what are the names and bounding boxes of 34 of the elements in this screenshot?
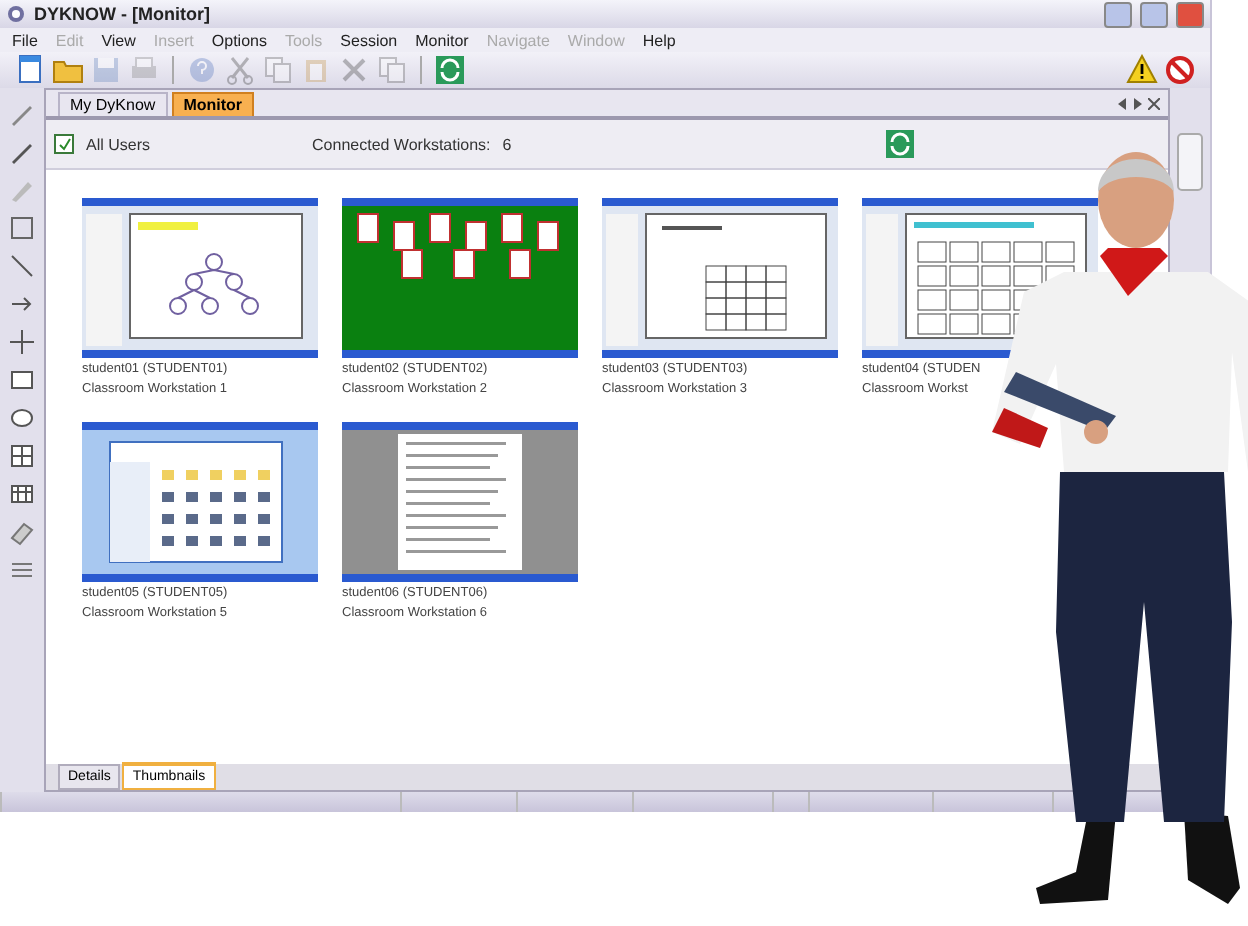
restore-button[interactable]	[1140, 1, 1168, 27]
tab[interactable]: Monitor	[171, 92, 255, 116]
menu-item[interactable]: Session	[340, 31, 398, 49]
ellipse-icon[interactable]	[8, 404, 36, 432]
refresh-icon[interactable]	[884, 128, 916, 160]
menu-item[interactable]: Help	[642, 31, 676, 49]
document-icon[interactable]	[14, 54, 46, 86]
refresh-icon[interactable]	[434, 54, 466, 86]
menu-item[interactable]: Monitor	[415, 31, 469, 49]
table-icon[interactable]	[8, 480, 36, 508]
line-icon[interactable]	[8, 252, 36, 280]
menu-item[interactable]: View	[101, 31, 136, 49]
close-icon[interactable]	[1148, 97, 1160, 109]
checkbox-label: All Users	[86, 135, 151, 153]
menu-item[interactable]: File	[12, 31, 38, 49]
pen-icon[interactable]	[8, 138, 36, 166]
warning-icon[interactable]	[1126, 54, 1158, 86]
text-icon[interactable]	[8, 214, 36, 242]
menu-item[interactable]: Options	[211, 31, 267, 49]
tab-scroll-icon[interactable]	[1118, 97, 1142, 109]
rectangle-icon[interactable]	[8, 366, 36, 394]
tab[interactable]: My DyKnow	[58, 92, 168, 116]
cross-icon[interactable]	[8, 328, 36, 356]
connected-count: 6	[502, 135, 512, 153]
minimize-button[interactable]	[1104, 1, 1132, 27]
connected-label: Connected Workstations:	[312, 135, 491, 153]
grid-icon[interactable]	[8, 442, 36, 470]
checkbox[interactable]	[54, 134, 74, 154]
prohibited-icon[interactable]	[1164, 54, 1196, 86]
pen-icon[interactable]	[8, 100, 36, 128]
app-icon	[6, 4, 26, 24]
close-button[interactable]	[1176, 1, 1204, 27]
eraser-icon[interactable]	[8, 518, 36, 546]
window-title: DYKNOW - [Monitor]	[34, 4, 212, 24]
